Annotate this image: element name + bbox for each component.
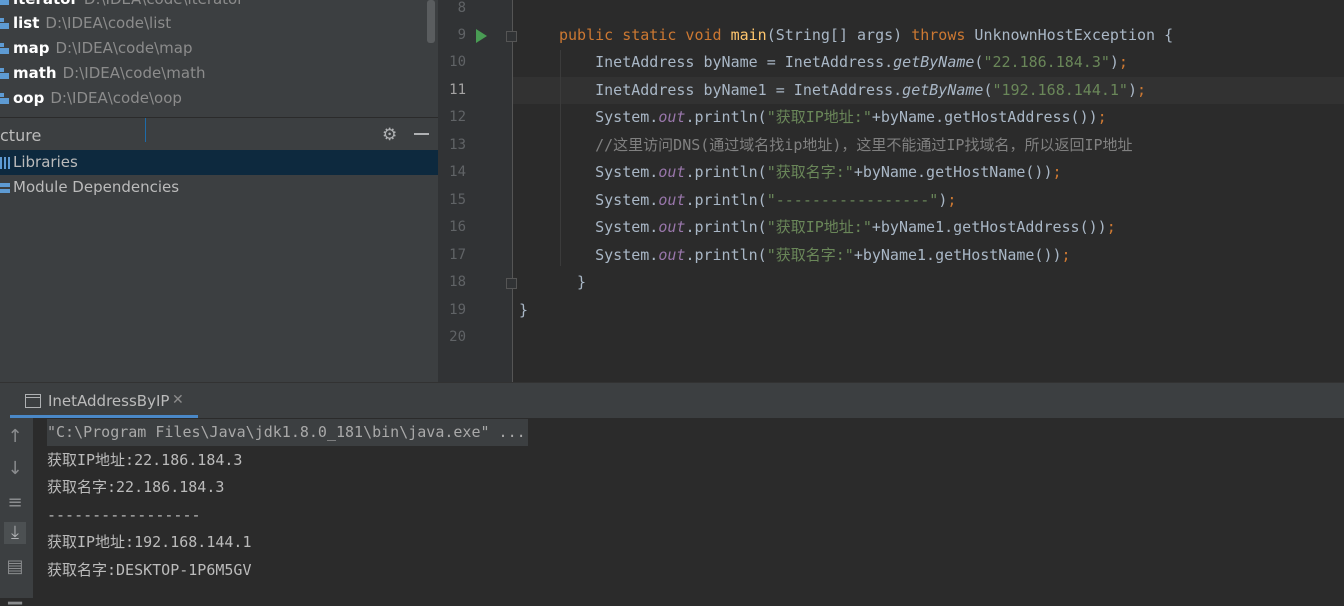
print-icon[interactable]: ▤ <box>4 556 26 578</box>
line-number-current: 11 <box>449 82 466 98</box>
module-folder-icon <box>0 18 9 29</box>
module-dependencies-icon <box>0 182 10 193</box>
project-module-list[interactable]: list D:\IDEA\code\list <box>0 11 171 36</box>
line-number: 8 <box>457 0 466 16</box>
structure-item-libraries[interactable]: Libraries <box>0 150 438 175</box>
arrow-down-icon[interactable]: ↓ <box>4 458 26 480</box>
module-folder-icon <box>0 68 9 79</box>
minus-icon[interactable] <box>414 133 429 135</box>
code-line-11: InetAddress byName1 = InetAddress.getByN… <box>559 81 1147 99</box>
line-number: 15 <box>449 192 466 208</box>
line-number: 19 <box>449 302 466 318</box>
code-line-19: } <box>519 301 529 319</box>
line-number: 17 <box>449 247 466 263</box>
structure-panel-header: cture ⚙ <box>0 117 438 151</box>
console-line: 获取IP地址:192.168.144.1 <box>47 533 252 551</box>
code-line-18: } <box>559 273 587 291</box>
trash-icon[interactable]: ▁ <box>4 584 26 606</box>
module-folder-icon <box>0 43 9 54</box>
run-tool-window-tabs: InetAddressByIP ✕ <box>0 382 1344 418</box>
line-number: 16 <box>449 219 466 235</box>
close-icon[interactable]: ✕ <box>172 392 184 408</box>
project-module-map[interactable]: map D:\IDEA\code\map <box>0 36 192 61</box>
fold-marker-icon[interactable] <box>506 278 517 289</box>
project-tree-scrollbar[interactable] <box>427 0 435 43</box>
code-line-16: System.out.println("获取IP地址:"+byName1.get… <box>559 218 1116 236</box>
header-divider <box>145 118 146 142</box>
console-line: 获取IP地址:22.186.184.3 <box>47 451 243 469</box>
code-line-10: InetAddress byName = InetAddress.getByNa… <box>559 53 1128 71</box>
code-line-14: System.out.println("获取名字:"+byName.getHos… <box>559 163 1062 181</box>
line-number: 20 <box>449 329 466 345</box>
project-module-math[interactable]: math D:\IDEA\code\math <box>0 61 205 86</box>
line-number: 13 <box>449 137 466 153</box>
tab-inetaddressbyip[interactable]: InetAddressByIP ✕ <box>10 383 198 418</box>
scroll-to-end-icon[interactable]: ⤓ <box>4 522 26 544</box>
console-line: 获取名字:22.186.184.3 <box>47 478 225 496</box>
structure-panel-title: cture <box>0 126 42 145</box>
arrow-up-icon[interactable]: ↑ <box>4 426 26 448</box>
console-line-command: "C:\Program Files\Java\jdk1.8.0_181\bin\… <box>47 419 528 446</box>
code-line-9: public static void main(String[] args) t… <box>559 26 1174 44</box>
run-toolbar: ↑ ↓ ≡ ⤓ ▤ ▁ <box>0 418 33 605</box>
console-tab-icon <box>25 394 41 408</box>
structure-item-module-dependencies[interactable]: Module Dependencies <box>0 175 438 200</box>
code-line-12: System.out.println("获取IP地址:"+byName.getH… <box>559 108 1107 126</box>
gear-icon[interactable]: ⚙ <box>382 125 397 145</box>
code-line-13-comment: //这里访问DNS(通过域名找ip地址)，这里不能通过IP找域名，所以返回IP地… <box>559 136 1133 154</box>
line-number: 14 <box>449 164 466 180</box>
fold-marker-icon[interactable] <box>506 31 517 42</box>
project-module-oop[interactable]: oop D:\IDEA\code\oop <box>0 86 182 111</box>
code-line-15: System.out.println("-----------------"); <box>559 191 957 209</box>
line-number: 18 <box>449 274 466 290</box>
console-line: 获取名字:DESKTOP-1P6M5GV <box>47 561 252 579</box>
code-line-17: System.out.println("获取名字:"+byName1.getHo… <box>559 246 1071 264</box>
line-number: 12 <box>449 109 466 125</box>
project-panel: iteratorD:\IDEA\code\iterator listD:\IDE… <box>0 0 438 382</box>
run-arrow-icon[interactable] <box>476 29 487 43</box>
line-number: 10 <box>449 54 466 70</box>
line-number: 9 <box>457 27 466 43</box>
libraries-icon <box>0 156 10 169</box>
module-folder-icon <box>0 0 9 5</box>
soft-wrap-icon[interactable]: ≡ <box>4 492 26 514</box>
console-line: ----------------- <box>47 506 201 524</box>
tab-label: InetAddressByIP <box>48 392 170 410</box>
module-folder-icon <box>0 93 9 104</box>
